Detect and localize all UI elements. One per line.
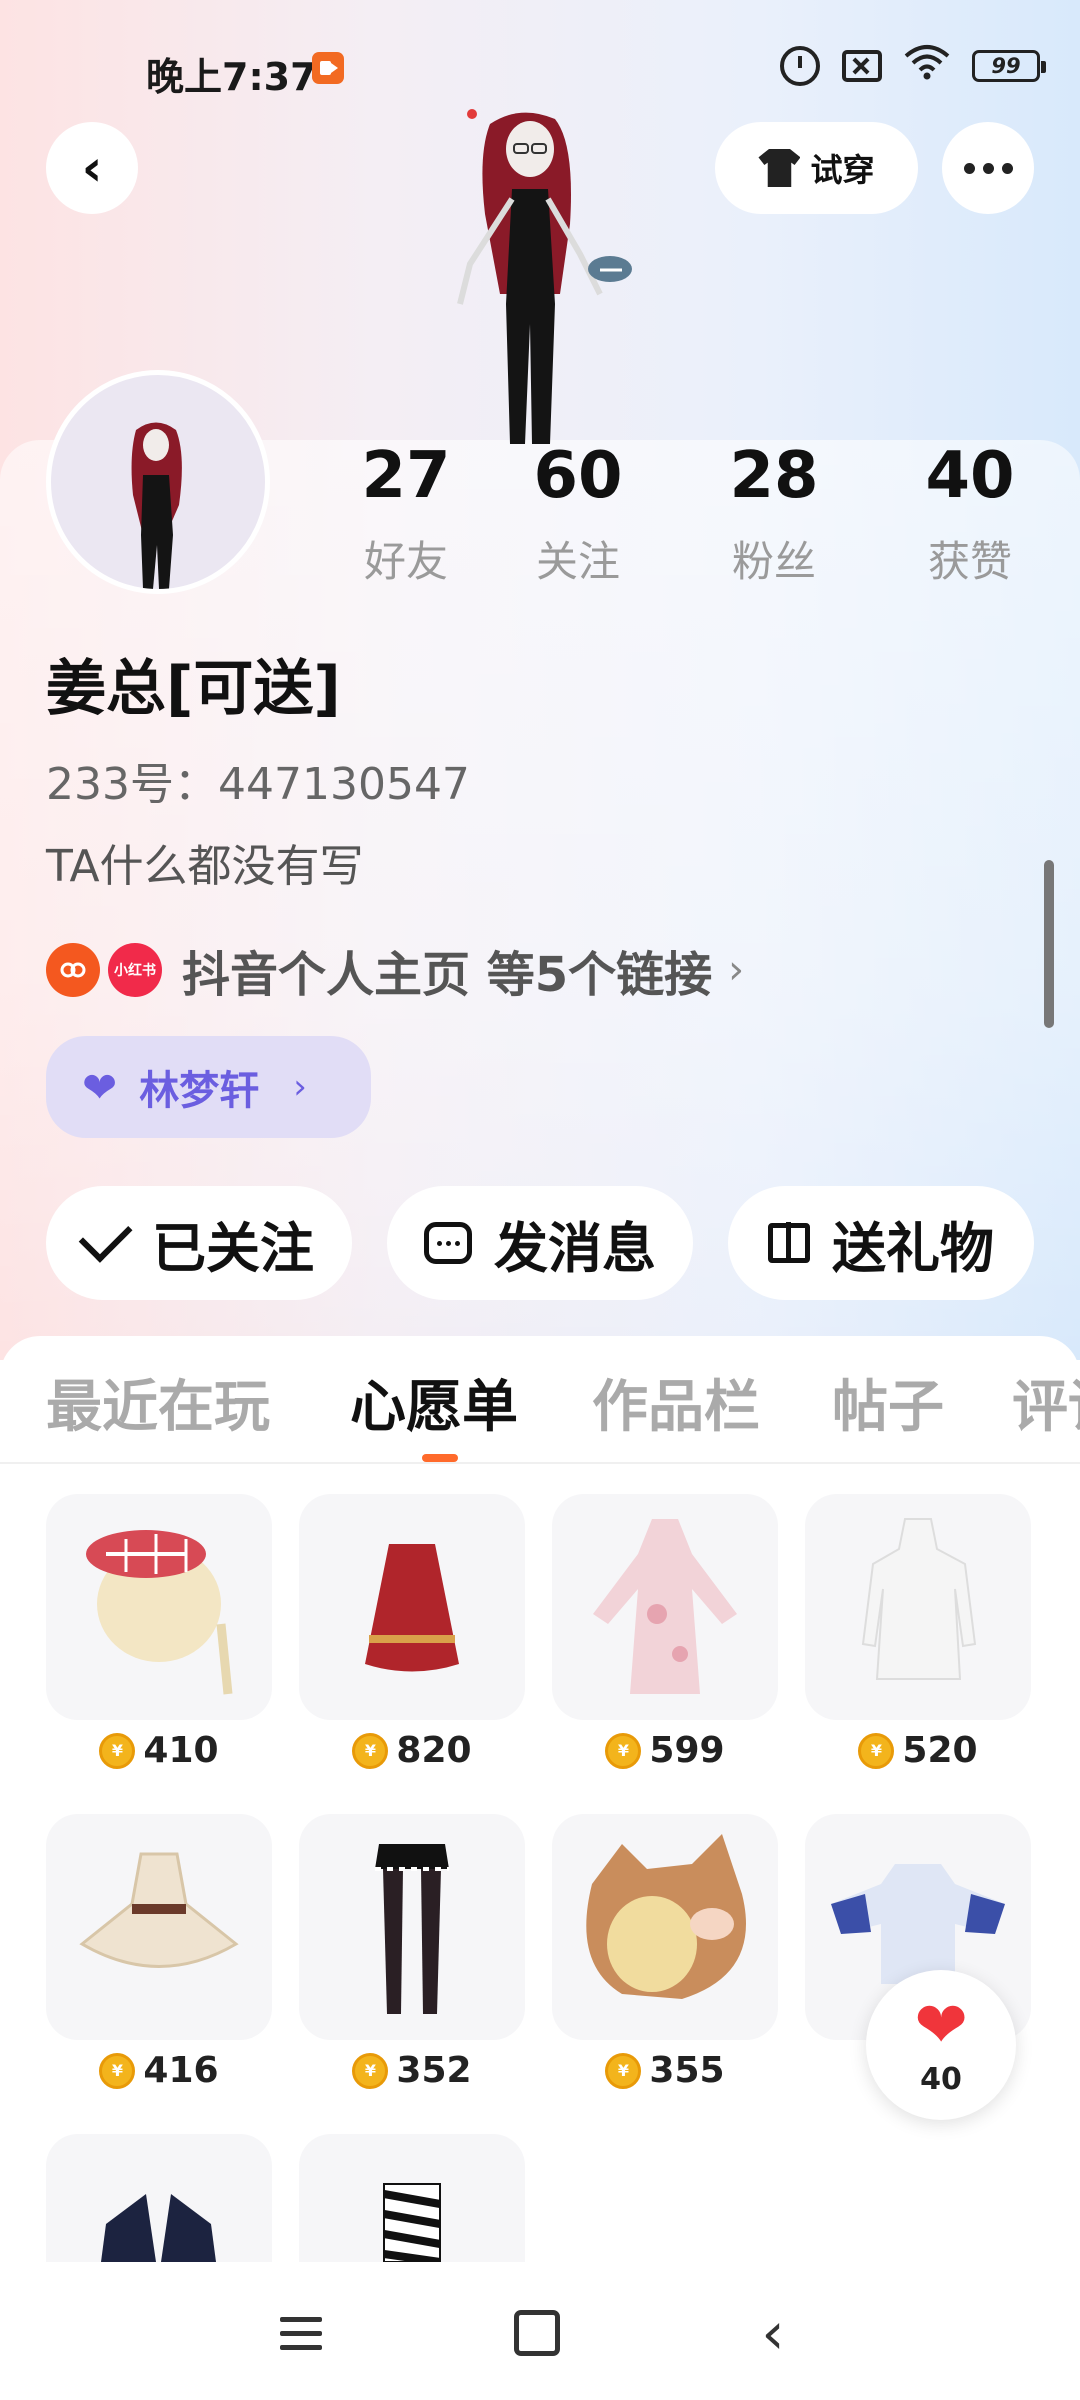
wishlist-item-price: ¥ 355 (552, 2050, 778, 2091)
profile-avatar[interactable] (46, 370, 270, 594)
tab-wishlist[interactable]: 心愿单 (350, 1362, 518, 1443)
recent-apps-button[interactable] (266, 2300, 336, 2366)
username: 姜总[可送] (46, 654, 341, 724)
wishlist-item[interactable] (46, 1814, 272, 2040)
followed-button[interactable]: 已关注 (46, 1186, 352, 1300)
alarm-icon (780, 45, 820, 86)
wifi-icon (904, 44, 950, 87)
tab-works[interactable]: 作品栏 (592, 1362, 760, 1443)
send-message-label: 发消息 (494, 1216, 656, 1280)
wishlist-item[interactable] (299, 1814, 525, 2040)
wishlist-item-price: ¥ 599 (552, 1730, 778, 1771)
coin-icon: ¥ (605, 2052, 642, 2089)
back-button[interactable]: ‹ (46, 122, 138, 214)
menu-icon (280, 2316, 322, 2350)
like-floating-button[interactable]: ❤ 40 (866, 1970, 1016, 2120)
wishlist-item[interactable] (46, 2134, 272, 2262)
wishlist-item-price: ¥ 820 (299, 1730, 525, 1771)
coin-icon: ¥ (99, 1732, 136, 1769)
no-sim-icon (842, 49, 882, 82)
coin-icon: ¥ (858, 1732, 895, 1769)
chat-bubble-icon (424, 1222, 472, 1264)
back-arrow-icon: ‹ (81, 139, 103, 197)
wishlist-item[interactable] (299, 1494, 525, 1720)
stat-following-value: 60 (533, 439, 623, 513)
tab-posts[interactable]: 帖子 (832, 1362, 944, 1443)
price-value: 820 (396, 1730, 472, 1771)
tab-recently-played[interactable]: 最近在玩 (46, 1362, 270, 1443)
relationship-name: 林梦轩 (139, 1068, 260, 1114)
gift-icon (768, 1222, 810, 1263)
back-chevron-icon: ‹ (761, 2299, 785, 2367)
wishlist-item[interactable] (299, 2134, 525, 2262)
stat-followers[interactable]: 28 粉丝 (694, 444, 854, 589)
wishlist-item-price: ¥ 352 (299, 2050, 525, 2091)
check-icon (78, 1209, 133, 1263)
social-links-row[interactable]: 小红书 抖音个人主页 等5个链接 › (46, 935, 744, 1005)
stat-following-label: 关注 (535, 537, 620, 586)
stat-followers-value: 28 (729, 439, 819, 513)
xiaohongshu-icon: 小红书 (108, 943, 162, 997)
battery-icon: 99 (972, 49, 1046, 82)
try-on-label: 试穿 (810, 151, 875, 189)
coin-icon: ¥ (605, 1732, 642, 1769)
wishlist-item-price: ¥ 410 (46, 1730, 272, 1771)
price-value: 352 (396, 2050, 472, 2091)
chevron-right-icon: › (293, 1067, 307, 1107)
wishlist-item[interactable] (552, 1494, 778, 1720)
status-icons: 99 (780, 44, 1046, 87)
stat-likes-label: 获赞 (927, 537, 1012, 586)
screen-record-icon (312, 52, 344, 84)
price-value: 410 (143, 1730, 219, 1771)
user-id[interactable]: 233号：447130547 (46, 748, 470, 812)
wishlist-item[interactable] (805, 1494, 1031, 1720)
stat-followers-label: 粉丝 (731, 537, 816, 586)
stat-likes-value: 40 (925, 439, 1015, 513)
try-on-button[interactable]: 试穿 (715, 122, 918, 214)
more-dots-icon (963, 162, 1013, 174)
followed-label: 已关注 (152, 1216, 314, 1280)
stat-friends[interactable]: 27 好友 (326, 444, 486, 589)
price-value: 416 (143, 2050, 219, 2091)
price-value: 599 (649, 1730, 725, 1771)
social-links-text: 抖音个人主页 等5个链接 (182, 947, 713, 1003)
stat-friends-label: 好友 (363, 537, 448, 586)
wishlist-item-price: ¥ 416 (46, 2050, 272, 2091)
more-options-button[interactable] (942, 122, 1034, 214)
wishlist-item[interactable] (46, 1494, 272, 1720)
send-gift-button[interactable]: 送礼物 (728, 1186, 1034, 1300)
heart-icon: ❤ (914, 1988, 968, 2063)
tab-comments[interactable]: 评论 (1012, 1362, 1080, 1443)
double-heart-icon: ❤ (82, 1062, 118, 1112)
user-bio: TA什么都没有写 (46, 841, 364, 892)
tshirt-icon (758, 149, 801, 187)
coin-icon: ¥ (99, 2052, 136, 2089)
send-gift-label: 送礼物 (832, 1216, 994, 1280)
coin-icon: ¥ (352, 2052, 389, 2089)
wishlist-item-price: ¥ 520 (805, 1730, 1031, 1771)
like-count: 40 (920, 2061, 962, 2097)
wishlist-item[interactable] (552, 1814, 778, 2040)
relationship-tag[interactable]: ❤ 林梦轩 › (46, 1036, 371, 1138)
douyin-icon (46, 943, 100, 997)
price-value: 355 (649, 2050, 725, 2091)
system-back-button[interactable]: ‹ (738, 2299, 808, 2367)
chevron-right-icon: › (728, 947, 745, 993)
stat-following[interactable]: 60 关注 (498, 444, 658, 589)
home-square-icon (514, 2310, 560, 2356)
stat-friends-value: 27 (361, 439, 451, 513)
price-value: 520 (902, 1730, 978, 1771)
active-tab-indicator (422, 1454, 458, 1462)
coin-icon: ¥ (352, 1732, 389, 1769)
stat-likes[interactable]: 40 获赞 (890, 444, 1050, 589)
status-time: 晚上7:37 (146, 55, 317, 99)
send-message-button[interactable]: 发消息 (387, 1186, 693, 1300)
avatar-character-figure[interactable] (430, 104, 660, 444)
scrollbar[interactable] (1044, 860, 1054, 1028)
home-button[interactable] (502, 2300, 572, 2366)
